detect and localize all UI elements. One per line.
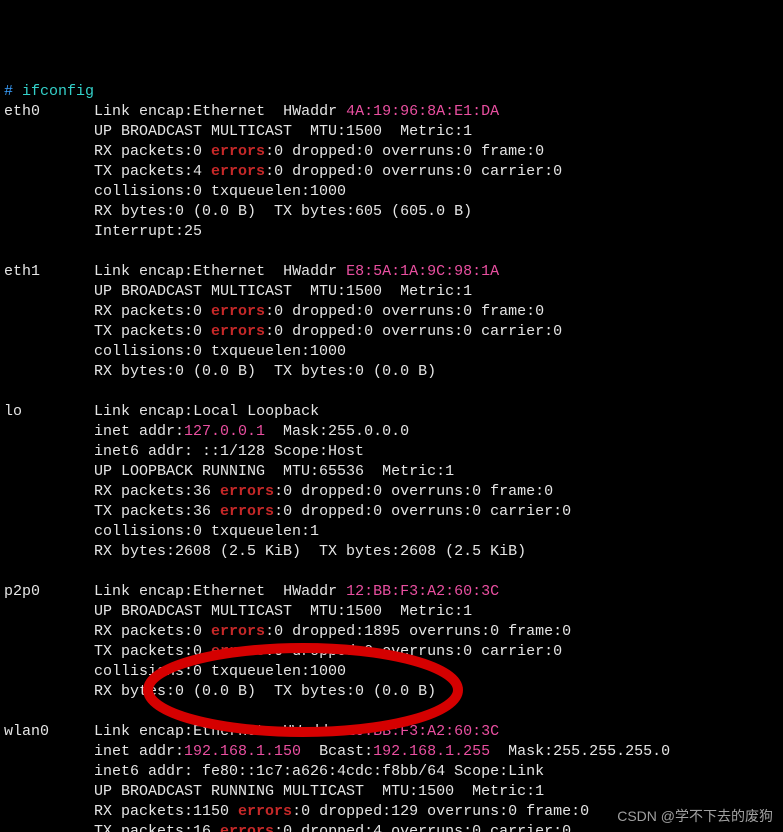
hwaddr-value: 12:BB:F3:A2:60:3C [346, 583, 499, 600]
hwaddr-value: 10:BB:F3:A2:60:3C [346, 723, 499, 740]
iface-name: eth1 [4, 263, 40, 280]
errors-label: errors [211, 143, 265, 160]
prompt-hash: # [4, 83, 13, 100]
hwaddr-value: E8:5A:1A:9C:98:1A [346, 263, 499, 280]
iface-name: eth0 [4, 103, 40, 120]
iface-name: wlan0 [4, 723, 49, 740]
iface-name: lo [4, 403, 22, 420]
command-text: ifconfig [22, 83, 94, 100]
inet-addr-value: 192.168.1.150 [184, 743, 301, 760]
iface-name: p2p0 [4, 583, 40, 600]
hwaddr-value: 4A:19:96:8A:E1:DA [346, 103, 499, 120]
terminal-output: # ifconfig eth0 Link encap:Ethernet HWad… [0, 80, 783, 832]
inet-addr-value: 127.0.0.1 [184, 423, 265, 440]
link-encap-label: Link encap: [94, 103, 193, 120]
bcast-value: 192.168.1.255 [373, 743, 490, 760]
watermark-text: CSDN @学不下去的废狗 [617, 806, 773, 826]
